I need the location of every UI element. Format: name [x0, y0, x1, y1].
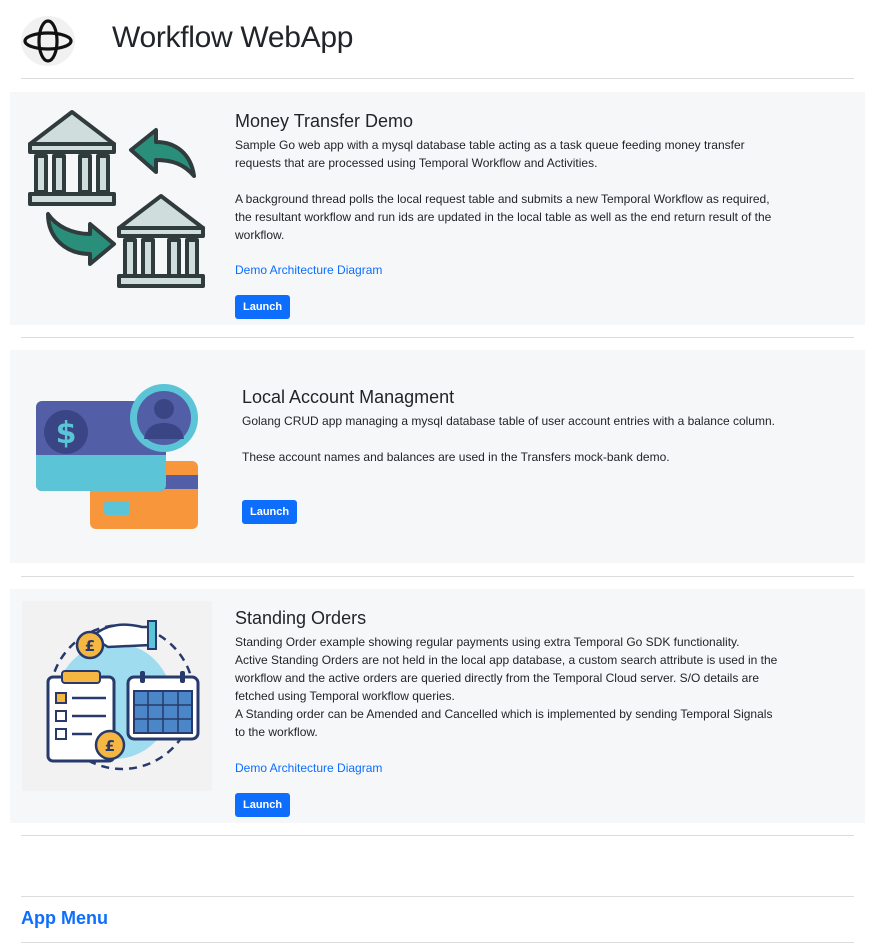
svg-text:$: $: [56, 416, 77, 451]
launch-button[interactable]: Launch: [235, 793, 291, 817]
divider: [21, 835, 854, 836]
divider: [21, 576, 854, 577]
launch-button[interactable]: Launch: [242, 500, 298, 524]
card-description: Sample Go web app with a mysql database …: [235, 136, 785, 244]
divider: [21, 942, 854, 943]
card-paragraph: Standing Order example showing regular p…: [235, 635, 740, 649]
divider: [21, 78, 854, 79]
svg-text:£: £: [85, 637, 95, 655]
bank-transfer-icon: [26, 108, 211, 295]
card-money-transfer: Money Transfer Demo Sample Go web app wi…: [10, 92, 865, 325]
app-header: Workflow WebApp: [21, 16, 854, 78]
divider: [21, 337, 854, 338]
card-title: Standing Orders: [235, 608, 367, 628]
card-paragraph: A Standing order can be Amended and Canc…: [235, 707, 773, 739]
card-paragraph: Golang CRUD app managing a mysql databas…: [242, 414, 775, 428]
card-account-management: $ Local Account Managment Golang CRUD ap…: [10, 350, 865, 563]
card-paragraph: A background thread polls the local requ…: [235, 192, 772, 242]
divider: [21, 896, 854, 897]
standing-order-icon: £ £: [22, 601, 212, 796]
page-title: Workflow WebApp: [112, 21, 354, 54]
account-cards-icon: $: [34, 383, 204, 538]
card-title: Money Transfer Demo: [235, 111, 414, 131]
card-paragraph: Active Standing Orders are not held in t…: [235, 653, 778, 703]
svg-text:£: £: [105, 737, 115, 755]
architecture-diagram-link[interactable]: Demo Architecture Diagram: [235, 263, 382, 277]
card-paragraph: These account names and balances are use…: [242, 450, 670, 464]
launch-button[interactable]: Launch: [235, 295, 291, 319]
card-description: Standing Order example showing regular p…: [235, 633, 785, 741]
card-standing-orders: £ £ Standing Orders Standing Order examp…: [10, 589, 865, 823]
architecture-diagram-link[interactable]: Demo Architecture Diagram: [235, 761, 382, 775]
card-paragraph: Sample Go web app with a mysql database …: [235, 138, 745, 170]
card-description: Golang CRUD app managing a mysql databas…: [242, 412, 792, 466]
app-menu-link[interactable]: App Menu: [21, 908, 108, 929]
card-title: Local Account Managment: [242, 387, 455, 407]
temporal-logo-icon: [21, 16, 75, 66]
